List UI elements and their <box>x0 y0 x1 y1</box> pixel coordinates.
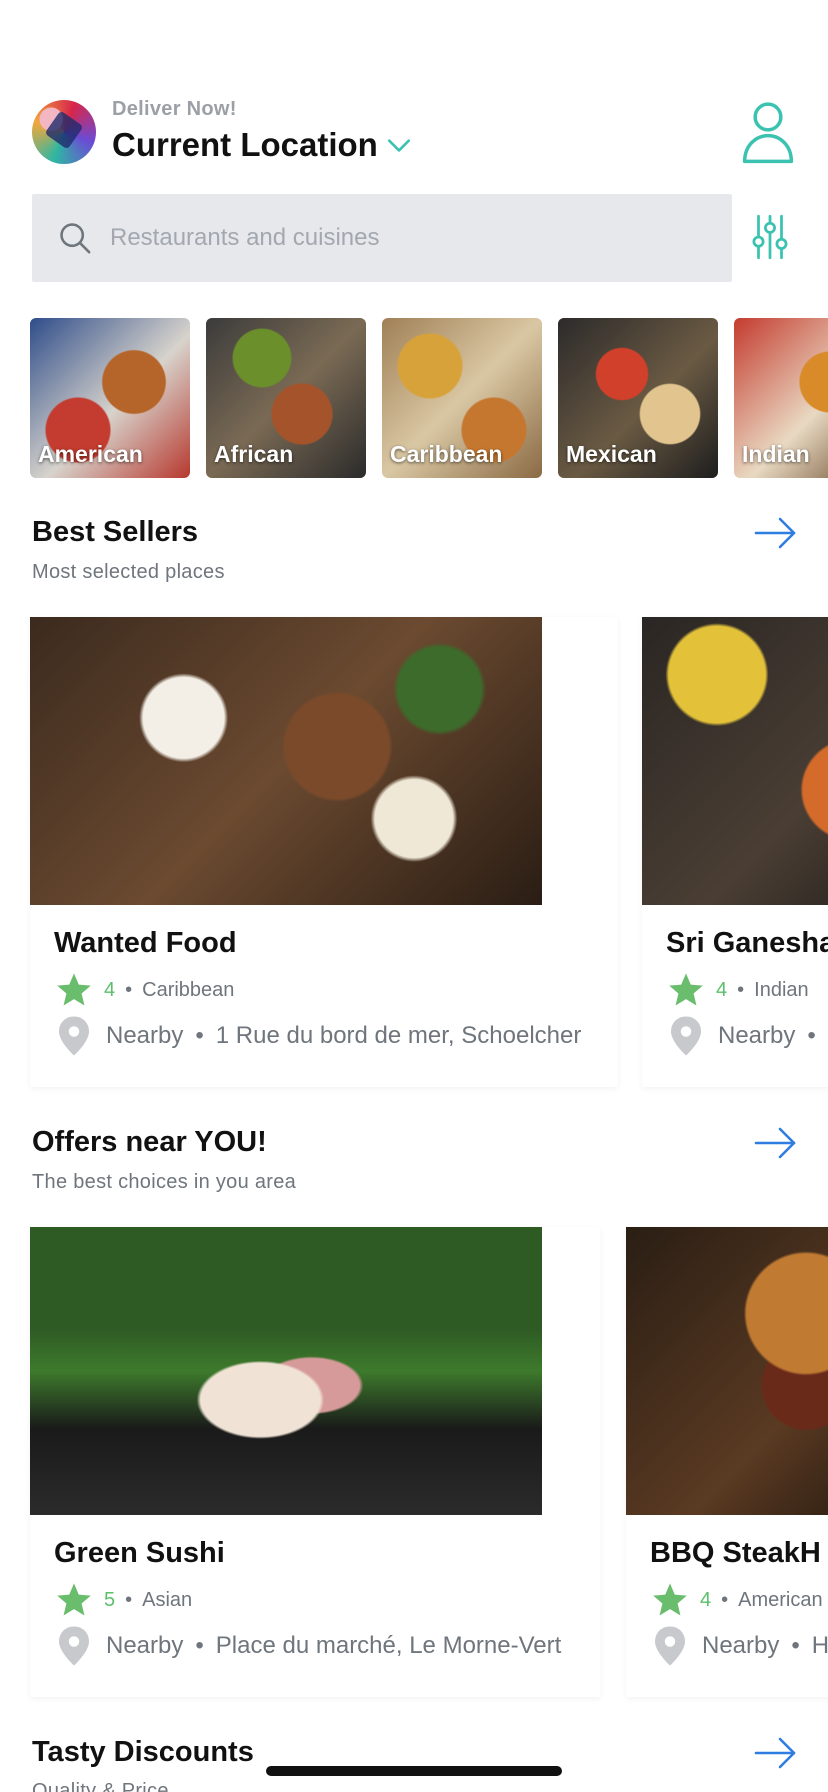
arrow-right-icon[interactable] <box>754 1126 798 1160</box>
category-label: Indian <box>742 441 810 467</box>
distance-label: Nearby <box>106 1022 184 1049</box>
address-label: Place du marché, Le Morne-Vert <box>215 1632 562 1659</box>
search-row <box>32 194 804 282</box>
star-icon <box>653 1583 687 1616</box>
location-selector[interactable]: Current Location <box>112 126 412 164</box>
deliver-label: Deliver Now! <box>112 98 237 120</box>
category-caribbean[interactable]: Caribbean <box>382 318 542 478</box>
meta-separator: • <box>737 978 745 1001</box>
restaurant-address-row: Nearby • Ha <box>650 1625 828 1667</box>
chevron-down-icon[interactable] <box>386 132 412 158</box>
address-label: Ha <box>811 1632 828 1659</box>
category-african[interactable]: African <box>206 318 366 478</box>
location-pin-icon <box>671 1016 701 1056</box>
star-icon <box>57 1583 91 1616</box>
category-label: Mexican <box>566 441 657 467</box>
arrow-right-icon[interactable] <box>754 516 798 550</box>
offers-carousel[interactable]: Green Sushi 5 • Asian Nearby • Place du … <box>30 1227 828 1697</box>
restaurant-address-row: Nearby • I <box>666 1015 828 1057</box>
rating-value: 4 <box>104 978 116 1001</box>
search-input[interactable] <box>110 224 670 252</box>
meta-separator: • <box>195 1022 204 1049</box>
meta-separator: • <box>721 1588 729 1611</box>
location-text: Current Location <box>112 126 378 163</box>
restaurant-address-row: Nearby • 1 Rue du bord de mer, Schoelche… <box>54 1015 581 1057</box>
restaurant-meta: 4 • American <box>650 1581 823 1619</box>
arrow-right-icon[interactable] <box>754 1736 798 1770</box>
search-icon <box>60 223 91 254</box>
meta-separator: • <box>195 1632 204 1659</box>
section-subtitle-offers: The best choices in you area <box>32 1171 297 1193</box>
restaurant-address-row: Nearby • Place du marché, Le Morne-Vert <box>54 1625 561 1667</box>
screen: Deliver Now! Current Location Restaurant… <box>0 0 828 1792</box>
restaurant-photo <box>30 617 542 905</box>
distance-label: Nearby <box>702 1632 780 1659</box>
category-american[interactable]: American <box>30 318 190 478</box>
address-label: 1 Rue du bord de mer, Schoelcher <box>215 1022 582 1049</box>
restaurant-meta: 4 • Indian <box>666 971 809 1009</box>
star-icon <box>669 973 703 1006</box>
location-pin-icon <box>59 1626 89 1666</box>
section-title-offers: Offers near YOU! <box>32 1126 267 1158</box>
section-title-tasty-discounts: Tasty Discounts <box>32 1736 254 1768</box>
cuisine-label: Indian <box>754 978 809 1001</box>
star-icon <box>57 973 91 1006</box>
meta-separator: • <box>807 1022 816 1049</box>
restaurant-photo <box>642 617 828 905</box>
header: Deliver Now! Current Location <box>32 98 796 168</box>
restaurant-photo <box>30 1227 542 1515</box>
category-carousel[interactable]: American African Caribbean Mexican India… <box>30 318 828 478</box>
section-subtitle-best-sellers: Most selected places <box>32 561 225 583</box>
meta-separator: • <box>125 978 133 1001</box>
category-label: American <box>38 441 143 467</box>
avatar[interactable] <box>32 100 96 164</box>
category-label: Caribbean <box>390 441 503 467</box>
restaurant-card[interactable]: BBQ SteakH 4 • American Nearby • Ha <box>626 1227 828 1697</box>
restaurant-meta: 5 • Asian <box>54 1581 192 1619</box>
home-indicator[interactable] <box>266 1766 562 1776</box>
section-subtitle-tasty-discounts: Quality & Price <box>32 1780 169 1792</box>
rating-value: 5 <box>104 1588 116 1611</box>
category-label: African <box>214 441 294 467</box>
cuisine-label: Asian <box>142 1588 193 1611</box>
category-mexican[interactable]: Mexican <box>558 318 718 478</box>
restaurant-name: Green Sushi <box>54 1537 225 1569</box>
restaurant-card[interactable]: Wanted Food 4 • Caribbean Nearby • 1 Rue… <box>30 617 618 1087</box>
profile-icon[interactable] <box>740 98 796 164</box>
search-bar[interactable] <box>32 194 732 282</box>
rating-value: 4 <box>700 1588 712 1611</box>
section-title-best-sellers: Best Sellers <box>32 516 199 548</box>
distance-label: Nearby <box>106 1632 184 1659</box>
category-indian[interactable]: Indian <box>734 318 828 478</box>
meta-separator: • <box>791 1632 800 1659</box>
restaurant-name: BBQ SteakH <box>650 1537 821 1569</box>
restaurant-name: Sri Ganesha <box>666 927 828 959</box>
meta-separator: • <box>125 1588 133 1611</box>
best-sellers-carousel[interactable]: Wanted Food 4 • Caribbean Nearby • 1 Rue… <box>30 617 828 1087</box>
restaurant-photo <box>626 1227 828 1515</box>
restaurant-card[interactable]: Green Sushi 5 • Asian Nearby • Place du … <box>30 1227 600 1697</box>
cuisine-label: American <box>738 1588 823 1611</box>
rating-value: 4 <box>716 978 728 1001</box>
cuisine-label: Caribbean <box>142 978 235 1001</box>
distance-label: Nearby <box>718 1022 796 1049</box>
location-pin-icon <box>655 1626 685 1666</box>
filter-icon[interactable] <box>750 214 790 260</box>
restaurant-name: Wanted Food <box>54 927 237 959</box>
location-pin-icon <box>59 1016 89 1056</box>
restaurant-card[interactable]: Sri Ganesha 4 • Indian Nearby • I <box>642 617 828 1087</box>
restaurant-meta: 4 • Caribbean <box>54 971 234 1009</box>
